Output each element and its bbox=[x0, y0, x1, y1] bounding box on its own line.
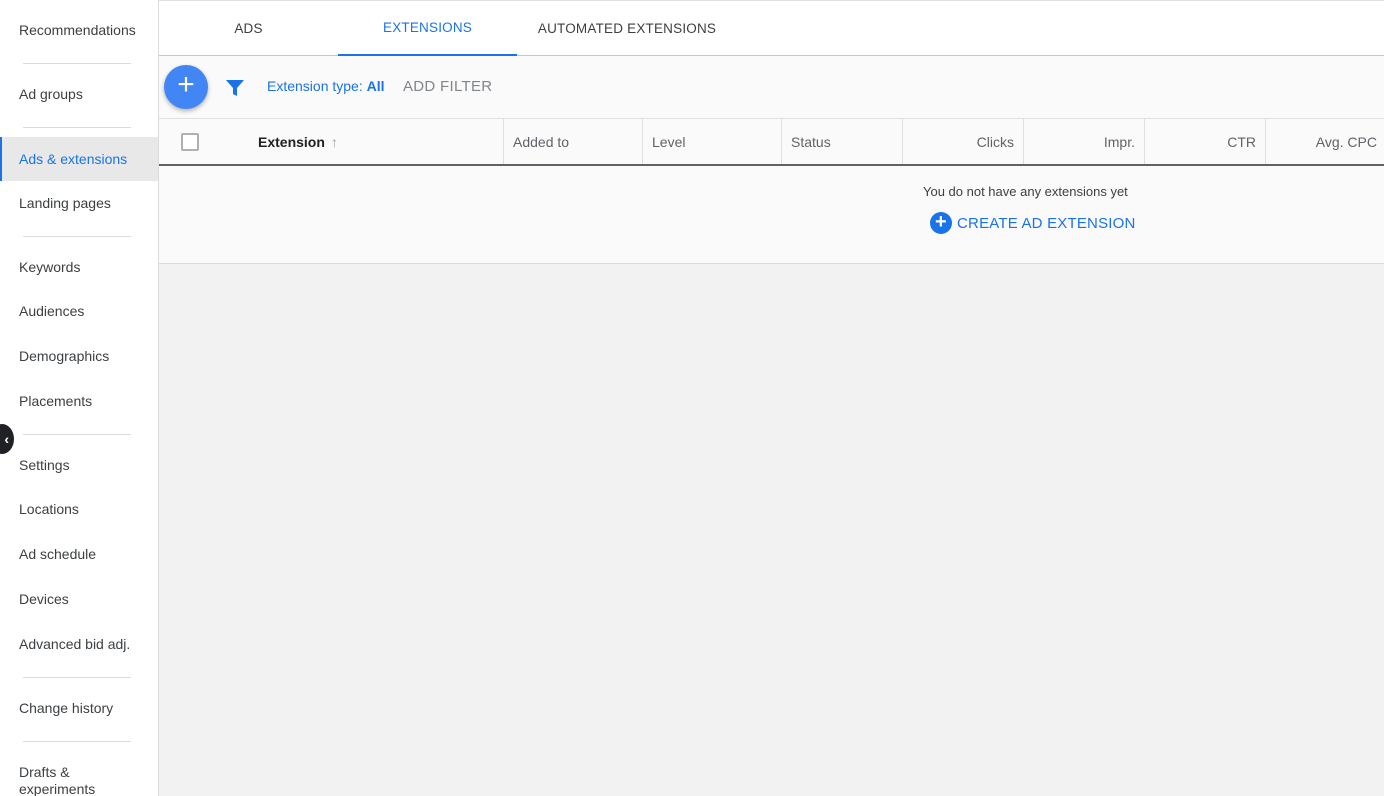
sidebar-nav: Recommendations Ad groups Ads & extensio… bbox=[0, 0, 159, 796]
sidebar-item-demographics[interactable]: Demographics bbox=[0, 334, 158, 378]
sidebar-item-label: Demographics bbox=[19, 348, 110, 364]
empty-state-message: You do not have any extensions yet bbox=[923, 184, 1128, 199]
sidebar-item-landing-pages[interactable]: Landing pages bbox=[0, 181, 158, 225]
column-header-impr[interactable]: Impr. bbox=[1023, 119, 1144, 164]
sidebar-item-label: Landing pages bbox=[19, 195, 111, 211]
chevron-left-icon: ‹ bbox=[4, 431, 9, 447]
add-button[interactable]: + bbox=[164, 65, 208, 109]
column-header-status[interactable]: Status bbox=[781, 119, 902, 164]
sidebar-divider bbox=[23, 63, 131, 64]
tab-bar: ADS EXTENSIONS AUTOMATED EXTENSIONS bbox=[159, 0, 1384, 56]
extension-type-filter[interactable]: Extension type: All bbox=[267, 78, 385, 94]
column-header-avg-cpc[interactable]: Avg. CPC bbox=[1265, 119, 1384, 164]
sidebar-item-label: Keywords bbox=[19, 259, 81, 275]
sidebar-divider bbox=[23, 677, 131, 678]
sidebar-item-audiences[interactable]: Audiences bbox=[0, 289, 158, 333]
table-header: Extension ↑ Added to Level Status Clicks … bbox=[159, 119, 1384, 166]
sort-ascending-icon: ↑ bbox=[330, 133, 338, 150]
column-header-extension[interactable]: Extension ↑ bbox=[258, 119, 503, 164]
add-filter-button[interactable]: ADD FILTER bbox=[403, 78, 492, 95]
sidebar-item-recommendations[interactable]: Recommendations bbox=[0, 8, 158, 52]
sidebar-item-label: Audiences bbox=[19, 303, 85, 319]
tab-ads[interactable]: ADS bbox=[159, 1, 338, 56]
sidebar-item-ads-extensions[interactable]: Ads & extensions bbox=[0, 137, 158, 181]
column-header-ctr[interactable]: CTR bbox=[1144, 119, 1265, 164]
sidebar-item-advanced-bid-adj[interactable]: Advanced bid adj. bbox=[0, 622, 158, 666]
toolbar: + Extension type: All ADD FILTER ⋮ bbox=[159, 56, 1384, 119]
plus-icon: + bbox=[177, 68, 195, 101]
sidebar-item-change-history[interactable]: Change history bbox=[0, 686, 158, 730]
column-header-added-to[interactable]: Added to bbox=[503, 119, 642, 164]
sidebar-item-label: Ad groups bbox=[19, 86, 83, 102]
sidebar-item-label: Ads & extensions bbox=[19, 151, 128, 167]
sidebar-item-settings[interactable]: Settings bbox=[0, 443, 158, 487]
sidebar-item-label: Ad schedule bbox=[19, 546, 97, 562]
sidebar-item-label: Locations bbox=[19, 501, 79, 517]
sidebar-item-ad-groups[interactable]: Ad groups bbox=[0, 72, 158, 116]
sidebar-item-label: Devices bbox=[19, 591, 69, 607]
create-ad-extension-button[interactable]: + CREATE AD EXTENSION bbox=[930, 212, 1136, 234]
sidebar-item-label: Settings bbox=[19, 457, 70, 473]
tab-extensions[interactable]: EXTENSIONS bbox=[338, 1, 517, 56]
sidebar-divider bbox=[23, 741, 131, 742]
sidebar-item-label: Drafts & experiments bbox=[19, 764, 96, 796]
select-all-checkbox[interactable] bbox=[181, 133, 199, 151]
column-header-level[interactable]: Level bbox=[642, 119, 781, 164]
sidebar-item-drafts-experiments[interactable]: Drafts & experiments bbox=[0, 762, 158, 796]
sidebar-item-devices[interactable]: Devices bbox=[0, 577, 158, 621]
main-content: ADS EXTENSIONS AUTOMATED EXTENSIONS + Ex… bbox=[159, 0, 1384, 796]
add-circle-icon: + bbox=[930, 212, 952, 234]
sidebar-divider bbox=[23, 434, 131, 435]
tab-automated-extensions[interactable]: AUTOMATED EXTENSIONS bbox=[517, 1, 737, 56]
sidebar-divider bbox=[23, 236, 131, 237]
column-header-clicks[interactable]: Clicks bbox=[902, 119, 1023, 164]
sidebar-item-label: Placements bbox=[19, 393, 93, 409]
sidebar-item-label: Advanced bid adj. bbox=[19, 636, 131, 652]
sidebar-item-keywords[interactable]: Keywords bbox=[0, 245, 158, 289]
filter-icon[interactable] bbox=[225, 78, 245, 103]
sidebar-item-ad-schedule[interactable]: Ad schedule bbox=[0, 532, 158, 576]
sidebar-divider bbox=[23, 127, 131, 128]
empty-state: You do not have any extensions yet + CRE… bbox=[159, 166, 1384, 264]
sidebar-item-placements[interactable]: Placements bbox=[0, 379, 158, 423]
sidebar-item-label: Change history bbox=[19, 700, 114, 716]
sidebar-item-locations[interactable]: Locations bbox=[0, 487, 158, 531]
sidebar-item-label: Recommendations bbox=[19, 22, 136, 38]
